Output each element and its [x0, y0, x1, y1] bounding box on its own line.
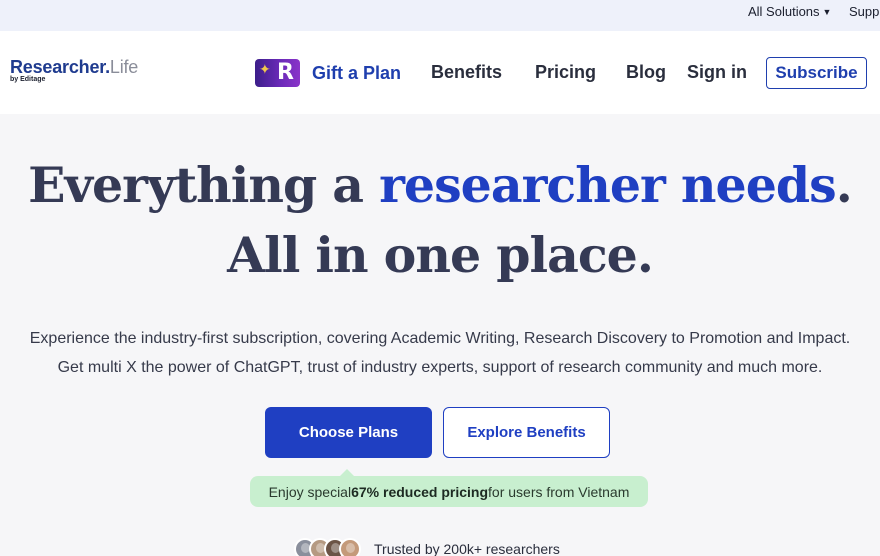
hero-title-line-2: All in one place.	[227, 226, 654, 284]
nav-benefits[interactable]: Benefits	[431, 62, 502, 83]
gift-plan-icon: ✦ R	[255, 59, 300, 87]
promo-highlight: 67% reduced pricing	[351, 483, 489, 500]
all-solutions-menu[interactable]: All Solutions ▼	[748, 4, 831, 19]
sparkle-icon: ✦	[259, 61, 271, 77]
trusted-text: Trusted by 200k+ researchers	[374, 541, 560, 556]
logo-wordmark: Researcher.Life	[10, 57, 138, 77]
hero-title-part1: Everything a	[28, 156, 380, 214]
avatar	[339, 538, 361, 556]
utility-bar: All Solutions ▼ Supp	[0, 0, 880, 31]
gift-a-plan-label: Gift a Plan	[312, 62, 402, 83]
logo-subtitle: by Editage	[10, 76, 46, 83]
hero-description-line-2: Get multi X the power of ChatGPT, trust …	[57, 359, 823, 376]
explore-benefits-button[interactable]: Explore Benefits	[443, 407, 610, 458]
hero-title-period: .	[835, 156, 853, 214]
subscribe-button[interactable]: Subscribe	[766, 57, 867, 89]
logo-brand-a: Researcher.	[10, 57, 110, 77]
gift-icon-letter: R	[277, 60, 294, 85]
nav-blog[interactable]: Blog	[626, 62, 666, 83]
trusted-by-section: Trusted by 200k+ researchers	[294, 538, 560, 556]
hero-title-accent: researcher needs	[379, 156, 837, 214]
promo-prefix: Enjoy special	[268, 483, 352, 500]
promo-badge: Enjoy special 67% reduced pricing for us…	[250, 469, 648, 507]
nav-sign-in[interactable]: Sign in	[687, 62, 747, 83]
hero-description-line-1: Experience the industry-first subscripti…	[29, 330, 851, 347]
logo-brand-b: Life	[109, 57, 139, 77]
nav-pricing[interactable]: Pricing	[535, 62, 596, 83]
all-solutions-label: All Solutions	[748, 4, 820, 19]
support-link[interactable]: Supp	[849, 4, 879, 19]
gift-a-plan-link[interactable]: ✦ R Gift a Plan	[255, 58, 401, 88]
researcher-life-logo[interactable]: Researcher.Life by Editage	[10, 57, 138, 83]
main-navbar: Researcher.Life by Editage ✦ R Gift a Pl…	[0, 31, 880, 114]
caret-down-icon: ▼	[822, 7, 832, 17]
hero-title-line-1: Everything a researcher needs.	[0, 156, 880, 214]
choose-plans-button[interactable]: Choose Plans	[265, 407, 432, 458]
promo-suffix: for users from Vietnam	[488, 483, 630, 500]
